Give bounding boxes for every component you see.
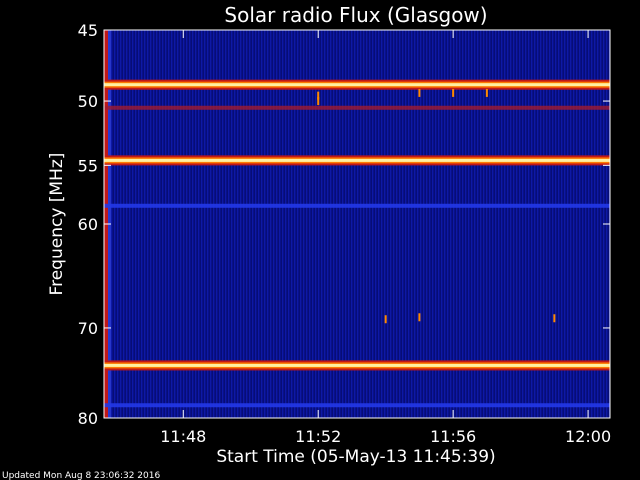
updated-timestamp: Updated Mon Aug 8 23:06:32 2016	[2, 471, 160, 480]
burst-mark	[485, 88, 488, 97]
band-weak	[104, 403, 610, 408]
band-weak	[104, 203, 610, 208]
y-tick-label: 50	[78, 92, 98, 111]
y-tick-label: 70	[78, 319, 98, 338]
y-axis-label: Frequency [MHz]	[47, 153, 67, 296]
burst-mark	[384, 315, 387, 324]
x-axis-label: Start Time (05-May-13 11:45:39)	[216, 447, 495, 467]
x-tick-label: 11:56	[430, 427, 476, 446]
x-tick-label: 12:00	[565, 427, 611, 446]
x-tick-label: 11:52	[295, 427, 341, 446]
band-core	[104, 83, 610, 87]
chart-title: Solar radio Flux (Glasgow)	[224, 3, 487, 27]
spectrogram-chart: 45 50 55 60 70 80 11:48 11:52 11:56 12:00 Solar …	[2, 3, 611, 480]
y-tick-label: 60	[78, 215, 98, 234]
burst-mark	[418, 313, 421, 322]
burst-mark	[553, 314, 556, 323]
band-moderate	[104, 105, 610, 110]
band-core	[104, 363, 610, 367]
burst-mark	[317, 97, 320, 106]
y-tick-label: 80	[78, 409, 98, 428]
burst-mark	[418, 88, 421, 97]
y-tick-label: 45	[78, 21, 98, 40]
band-core	[104, 158, 610, 162]
burst-mark	[452, 88, 455, 97]
y-tick-label: 55	[78, 156, 98, 175]
x-tick-label: 11:48	[160, 427, 206, 446]
